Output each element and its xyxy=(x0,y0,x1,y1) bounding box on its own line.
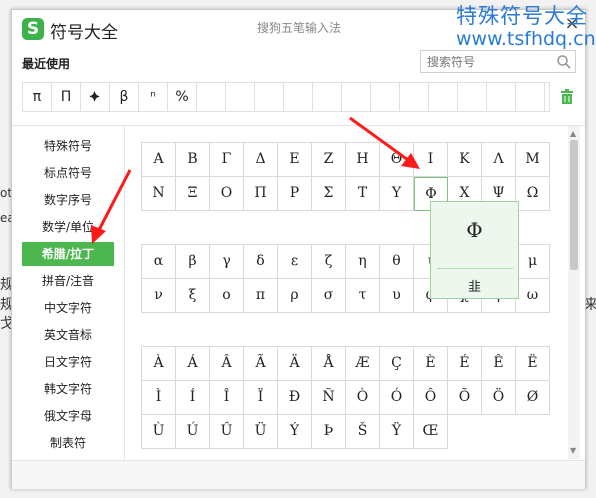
arrow-to-phi-icon xyxy=(349,116,420,169)
watermark-url: www.tsfhdq.cn xyxy=(456,28,596,50)
arrow-to-greek-latin-icon xyxy=(91,169,132,244)
watermark-title: 特殊符号大全 xyxy=(456,4,588,28)
annotation-arrows xyxy=(91,116,420,244)
